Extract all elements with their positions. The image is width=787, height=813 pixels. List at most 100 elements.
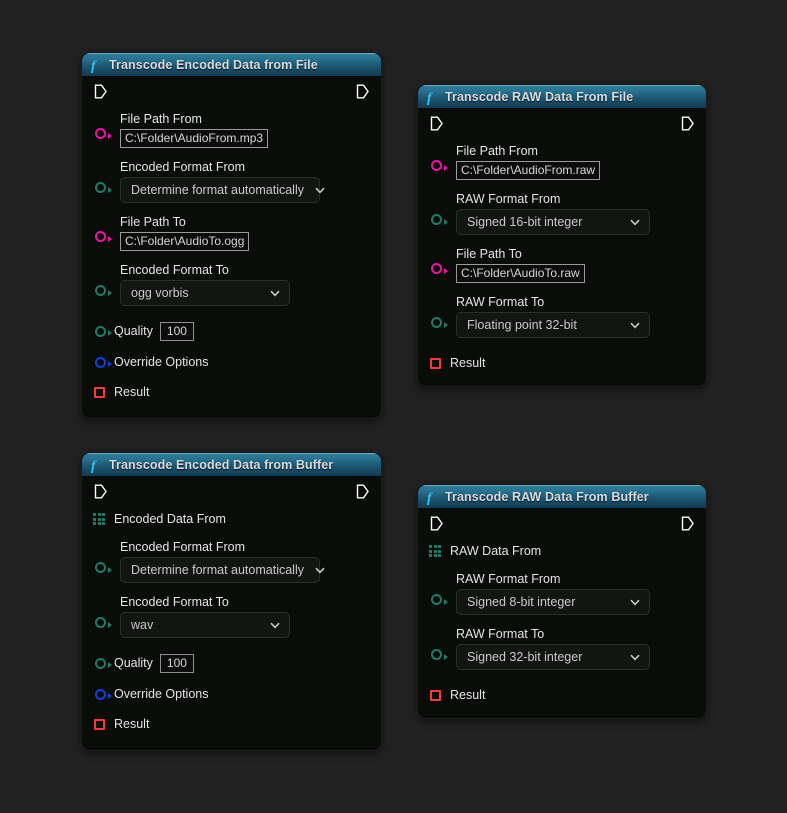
node-body: File Path From C:\Folder\AudioFrom.mp3 E…	[82, 76, 381, 402]
pin-int[interactable]	[95, 326, 106, 337]
chevron-down-icon	[314, 564, 326, 576]
field-label: Encoded Format To	[120, 595, 381, 610]
quality-input[interactable]: 100	[160, 322, 194, 341]
pin-enum[interactable]	[431, 594, 442, 605]
svg-text:f: f	[91, 459, 97, 473]
exec-out-pin[interactable]	[681, 116, 694, 131]
chevron-down-icon	[269, 619, 281, 631]
pin-enum[interactable]	[95, 562, 106, 573]
node-header[interactable]: f Transcode Encoded Data from Buffer	[82, 453, 381, 476]
field-label: File Path From	[456, 144, 706, 159]
exec-in-pin[interactable]	[430, 516, 443, 531]
pin-delegate[interactable]	[94, 719, 105, 730]
raw-format-to-dropdown[interactable]: Floating point 32-bit	[456, 312, 650, 338]
field-file-path-from: File Path From C:\Folder\AudioFrom.raw	[418, 140, 706, 185]
node-header[interactable]: f Transcode RAW Data From Buffer	[418, 485, 706, 508]
exec-in-pin[interactable]	[94, 484, 107, 499]
pin-delegate[interactable]	[430, 358, 441, 369]
node-transcode-raw-data-from-buffer[interactable]: f Transcode RAW Data From Buffer RAW Dat…	[417, 484, 707, 719]
pin-delegate[interactable]	[94, 387, 105, 398]
exec-in-pin[interactable]	[430, 116, 443, 131]
quality-input[interactable]: 100	[160, 654, 194, 673]
pin-struct[interactable]	[95, 357, 106, 368]
field-result: Result	[418, 353, 706, 373]
file-path-to-input[interactable]: C:\Folder\AudioTo.raw	[456, 264, 585, 283]
field-label: Result	[450, 356, 485, 370]
pin-delegate[interactable]	[430, 690, 441, 701]
encoded-format-from-dropdown[interactable]: Determine format automatically	[120, 177, 320, 203]
node-title: Transcode Encoded Data from Buffer	[109, 458, 333, 472]
exec-in-pin[interactable]	[94, 84, 107, 99]
field-label: Quality	[114, 656, 153, 670]
pin-enum[interactable]	[95, 285, 106, 296]
pin-int[interactable]	[95, 658, 106, 669]
chevron-down-icon	[269, 287, 281, 299]
node-transcode-raw-data-from-file[interactable]: f Transcode RAW Data From File File Path…	[417, 84, 707, 387]
function-icon: f	[89, 57, 103, 73]
field-label: Encoded Format From	[120, 160, 381, 175]
chevron-down-icon	[629, 596, 641, 608]
exec-out-pin[interactable]	[356, 484, 369, 499]
raw-format-to-dropdown[interactable]: Signed 32-bit integer	[456, 644, 650, 670]
field-label: Encoded Format To	[120, 263, 381, 278]
pin-struct[interactable]	[95, 689, 106, 700]
field-raw-data-from: RAW Data From	[418, 540, 706, 562]
exec-row	[82, 76, 381, 106]
field-encoded-format-to: Encoded Format To wav	[82, 591, 381, 643]
field-label: Override Options	[114, 687, 208, 701]
field-label: RAW Format From	[456, 192, 706, 207]
field-label: Encoded Format From	[120, 540, 381, 555]
node-header[interactable]: f Transcode Encoded Data from File	[82, 53, 381, 76]
node-transcode-encoded-data-from-file[interactable]: f Transcode Encoded Data from File File …	[81, 52, 382, 419]
combo-value: Determine format automatically	[131, 563, 304, 577]
combo-value: wav	[131, 618, 259, 632]
field-encoded-format-to: Encoded Format To ogg vorbis	[82, 259, 381, 311]
function-icon: f	[89, 457, 103, 473]
encoded-format-to-dropdown[interactable]: wav	[120, 612, 290, 638]
svg-text:f: f	[91, 59, 97, 73]
field-label: Encoded Data From	[114, 512, 226, 526]
pin-string[interactable]	[431, 263, 442, 274]
raw-format-from-dropdown[interactable]: Signed 8-bit integer	[456, 589, 650, 615]
field-file-path-to: File Path To C:\Folder\AudioTo.raw	[418, 243, 706, 288]
pin-string[interactable]	[431, 160, 442, 171]
field-result: Result	[82, 382, 381, 402]
exec-out-pin[interactable]	[681, 516, 694, 531]
pin-enum[interactable]	[95, 182, 106, 193]
pin-array[interactable]	[429, 545, 441, 557]
function-icon: f	[425, 89, 439, 105]
chevron-down-icon	[314, 184, 326, 196]
combo-value: Signed 32-bit integer	[467, 650, 619, 664]
combo-value: ogg vorbis	[131, 286, 259, 300]
node-body: Encoded Data From Encoded Format From De…	[82, 476, 381, 734]
field-label: RAW Format To	[456, 627, 706, 642]
pin-enum[interactable]	[95, 617, 106, 628]
pin-enum[interactable]	[431, 214, 442, 225]
node-transcode-encoded-data-from-buffer[interactable]: f Transcode Encoded Data from Buffer Enc…	[81, 452, 382, 751]
file-path-from-input[interactable]: C:\Folder\AudioFrom.mp3	[120, 129, 268, 148]
pin-string[interactable]	[95, 128, 106, 139]
node-body: RAW Data From RAW Format From Signed 8-b…	[418, 508, 706, 705]
field-label: Quality	[114, 324, 153, 338]
combo-value: Floating point 32-bit	[467, 318, 619, 332]
chevron-down-icon	[629, 216, 641, 228]
pin-enum[interactable]	[431, 317, 442, 328]
node-title: Transcode RAW Data From Buffer	[445, 490, 649, 504]
pin-array[interactable]	[93, 513, 105, 525]
field-file-path-to: File Path To C:\Folder\AudioTo.ogg	[82, 211, 381, 256]
pin-string[interactable]	[95, 231, 106, 242]
field-file-path-from: File Path From C:\Folder\AudioFrom.mp3	[82, 108, 381, 153]
field-label: Result	[450, 688, 485, 702]
exec-out-pin[interactable]	[356, 84, 369, 99]
pin-enum[interactable]	[431, 649, 442, 660]
file-path-from-input[interactable]: C:\Folder\AudioFrom.raw	[456, 161, 600, 180]
field-label: RAW Format From	[456, 572, 706, 587]
raw-format-from-dropdown[interactable]: Signed 16-bit integer	[456, 209, 650, 235]
encoded-format-to-dropdown[interactable]: ogg vorbis	[120, 280, 290, 306]
encoded-format-from-dropdown[interactable]: Determine format automatically	[120, 557, 320, 583]
node-header[interactable]: f Transcode RAW Data From File	[418, 85, 706, 108]
combo-value: Signed 8-bit integer	[467, 595, 619, 609]
node-title: Transcode Encoded Data from File	[109, 58, 318, 72]
file-path-to-input[interactable]: C:\Folder\AudioTo.ogg	[120, 232, 249, 251]
field-raw-format-from: RAW Format From Signed 16-bit integer	[418, 188, 706, 240]
